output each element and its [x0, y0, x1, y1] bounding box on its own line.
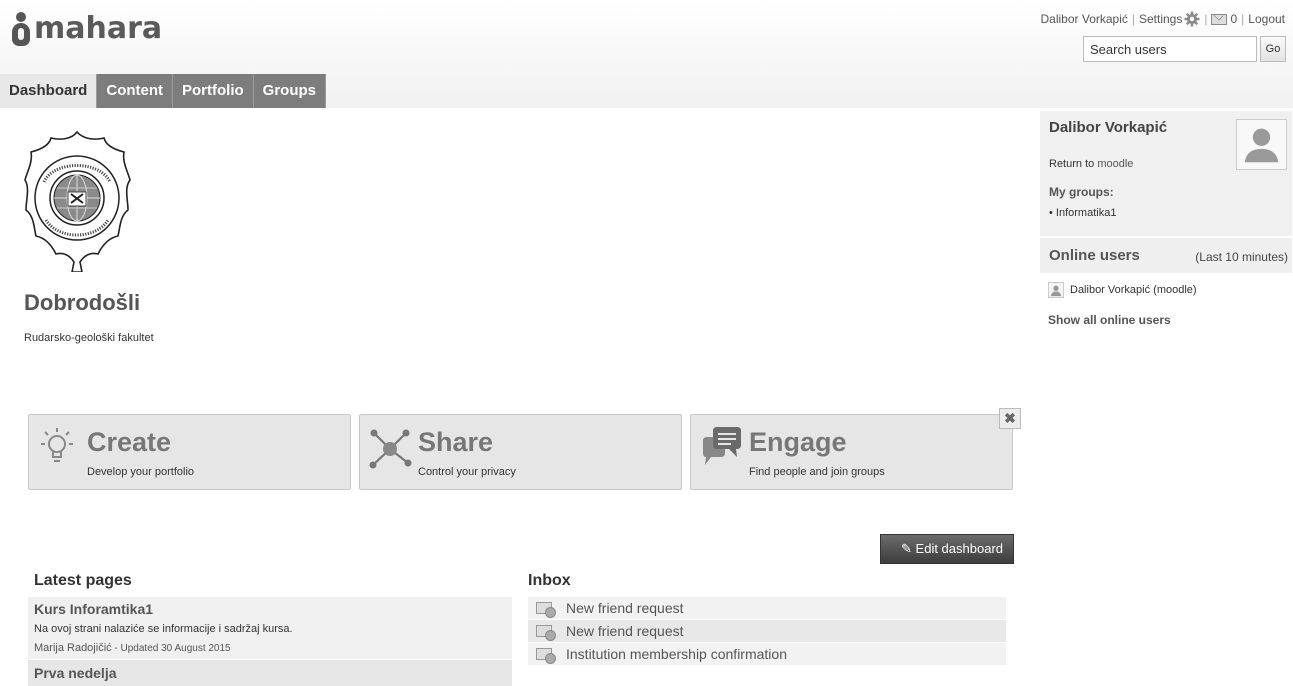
notification-icon — [536, 625, 556, 641]
return-link[interactable]: moodle — [1097, 158, 1133, 170]
tab-dashboard[interactable]: Dashboard — [0, 74, 98, 108]
inbox-item-label: New friend request — [566, 600, 684, 616]
inbox-item-label: Institution membership confirmation — [566, 646, 787, 662]
user-toolbar: Dalibor Vorkapić | Settings | 0 | Logout — [1040, 11, 1285, 27]
inbox-title: Inbox — [528, 572, 571, 589]
page-updated: - Updated 30 August 2015 — [111, 643, 231, 654]
latest-pages-list: Kurs Inforamtika1 Na ovoj strani nalazić… — [28, 597, 512, 686]
inbox-list: New friend request New friend request In… — [528, 597, 1006, 666]
mahara-figure-icon — [10, 12, 32, 46]
online-users-title: Online users — [1049, 247, 1140, 264]
settings-link[interactable]: Settings — [1139, 12, 1182, 26]
page-description: Na ovoj strani nalaziće se informacije i… — [34, 623, 293, 635]
group-name[interactable]: Informatika1 — [1056, 207, 1117, 219]
search-users-input[interactable] — [1083, 36, 1257, 62]
user-icon — [1048, 282, 1064, 298]
lightbulb-icon — [41, 428, 73, 462]
share-network-icon — [369, 429, 412, 469]
page-title-link[interactable]: Kurs Inforamtika1 — [34, 601, 506, 617]
page-header: mahara Dalibor Vorkapić | Settings | 0 |… — [0, 0, 1293, 108]
user-profile-link[interactable]: Dalibor Vorkapić — [1041, 12, 1128, 26]
mahara-logo[interactable]: mahara — [10, 12, 162, 46]
engage-subtitle: Find people and join groups — [749, 466, 885, 478]
group-link[interactable]: • Informatika1 — [1049, 207, 1116, 219]
inbox-item[interactable]: New friend request — [528, 620, 1006, 643]
page-title-link[interactable]: Prva nedelja — [34, 665, 506, 681]
inbox-item-label: New friend request — [566, 623, 684, 639]
show-all-online-link[interactable]: Show all online users — [1048, 313, 1171, 327]
return-to-text: Return to moodle — [1049, 158, 1133, 170]
mail-icon[interactable] — [1211, 13, 1228, 25]
create-title: Create — [87, 427, 172, 457]
search-go-button[interactable]: Go — [1260, 36, 1286, 62]
main-navigation: Dashboard Content Portfolio Groups — [0, 74, 327, 108]
notification-icon — [536, 602, 556, 618]
logo-text: mahara — [34, 11, 163, 46]
university-emblem-icon — [24, 130, 131, 272]
my-groups-label: My groups: — [1049, 185, 1114, 199]
engage-title: Engage — [749, 427, 847, 457]
logout-link[interactable]: Logout — [1248, 12, 1285, 26]
edit-dashboard-label: Edit dashboard — [915, 541, 1003, 556]
online-users-period: (Last 10 minutes) — [1195, 250, 1288, 264]
list-item: Kurs Inforamtika1 Na ovoj strani nalazić… — [28, 597, 512, 660]
sidebar-user-name[interactable]: Dalibor Vorkapić — [1049, 119, 1167, 136]
engage-quicklink[interactable]: Engage Find people and join groups — [690, 414, 1013, 490]
online-users-header: Online users (Last 10 minutes) — [1040, 238, 1292, 273]
share-subtitle: Control your privacy — [418, 466, 516, 478]
sidebar-profile: Dalibor Vorkapić Return to moodle My gro… — [1040, 111, 1292, 236]
welcome-title: Dobrodošli — [24, 290, 141, 315]
latest-pages-title: Latest pages — [34, 572, 132, 589]
return-prefix: Return to — [1049, 158, 1098, 170]
tab-content[interactable]: Content — [97, 74, 174, 108]
tab-portfolio[interactable]: Portfolio — [173, 74, 254, 108]
page-author-link[interactable]: Marija Radojičić — [34, 642, 112, 654]
page-meta: Marija Radojičić - Updated 30 August 201… — [34, 642, 506, 654]
inbox-item[interactable]: Institution membership confirmation — [528, 643, 1006, 666]
speech-bubbles-icon — [703, 427, 741, 465]
notification-icon — [536, 648, 556, 664]
welcome-subtitle: Rudarsko-geološki fakultet — [24, 332, 154, 344]
share-quicklink[interactable]: Share Control your privacy — [359, 414, 682, 490]
edit-dashboard-button[interactable]: ✎ Edit dashboard — [880, 534, 1014, 564]
avatar[interactable] — [1236, 119, 1287, 170]
user-search-form: Go — [1083, 36, 1286, 62]
gear-icon[interactable] — [1184, 11, 1200, 27]
inbox-item[interactable]: New friend request — [528, 597, 1006, 620]
tab-groups[interactable]: Groups — [253, 74, 327, 108]
online-user-name[interactable]: Dalibor Vorkapić (moodle) — [1070, 284, 1197, 296]
create-quicklink[interactable]: Create Develop your portfolio — [28, 414, 351, 490]
list-item: Prva nedelja — [28, 660, 512, 686]
share-title: Share — [418, 427, 494, 457]
pencil-icon: ✎ — [901, 541, 912, 556]
close-quicklinks-button[interactable]: ✖ — [999, 408, 1021, 429]
online-user-item[interactable]: Dalibor Vorkapić (moodle) — [1048, 282, 1197, 298]
mail-count[interactable]: 0 — [1230, 12, 1237, 26]
create-subtitle: Develop your portfolio — [87, 466, 195, 478]
